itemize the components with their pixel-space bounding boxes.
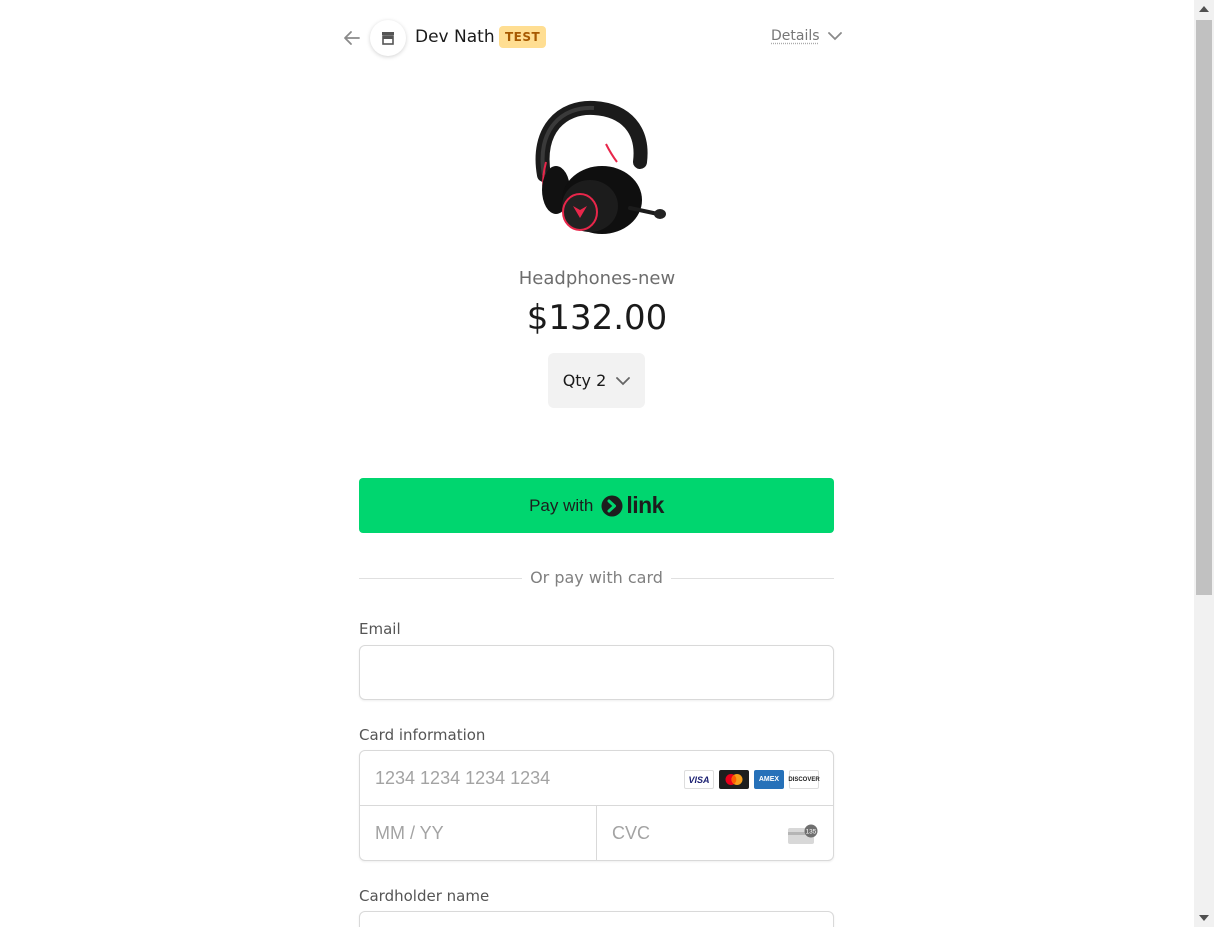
email-input[interactable] — [359, 645, 834, 700]
card-brands: VISA AMEX DISCOVER — [684, 770, 820, 789]
divider-line-right — [671, 578, 834, 579]
details-toggle[interactable]: Details — [771, 28, 842, 44]
product-price: $132.00 — [526, 298, 668, 338]
link-logo-icon — [601, 495, 623, 516]
checkout-page: Dev Nath TEST Details Headphones-new $13… — [0, 0, 1214, 927]
link-logo: link — [601, 492, 664, 519]
store-icon — [370, 20, 406, 56]
pay-with-link-button[interactable]: Pay with link — [359, 478, 834, 533]
quantity-selector[interactable]: Qty 2 — [548, 353, 645, 408]
quantity-label: Qty 2 — [562, 371, 607, 390]
link-wordmark: link — [626, 492, 664, 518]
pay-with-label: Pay with — [529, 495, 594, 515]
visa-icon: VISA — [684, 770, 714, 789]
card-information-label: Card information — [359, 726, 486, 744]
cardholder-name-label: Cardholder name — [359, 887, 490, 905]
card-expiry-input[interactable] — [360, 806, 597, 860]
product-image — [535, 100, 666, 234]
checkout-header: Dev Nath TEST Details — [340, 20, 850, 60]
product-name: Headphones-new — [518, 268, 676, 289]
chevron-down-icon — [827, 32, 842, 41]
details-label: Details — [771, 28, 820, 44]
card-information-box: VISA AMEX DISCOVER 135 — [359, 750, 834, 861]
email-label: Email — [359, 620, 401, 638]
vertical-scrollbar[interactable] — [1194, 0, 1214, 927]
svg-text:135: 135 — [806, 829, 817, 836]
cvc-card-icon: 135 — [788, 824, 818, 844]
amex-icon: AMEX — [754, 770, 784, 789]
scroll-up-arrow-icon[interactable] — [1199, 6, 1209, 12]
back-arrow-icon[interactable] — [342, 28, 362, 48]
mastercard-icon — [719, 770, 749, 789]
discover-icon: DISCOVER — [788, 770, 820, 789]
scroll-down-arrow-icon[interactable] — [1199, 915, 1209, 921]
or-divider: Or pay with card — [359, 568, 834, 590]
cardholder-name-input[interactable] — [359, 911, 834, 927]
test-mode-badge: TEST — [499, 26, 547, 48]
scrollbar-thumb[interactable] — [1196, 20, 1212, 595]
chevron-down-icon — [616, 376, 631, 385]
merchant-name: Dev Nath — [415, 27, 495, 47]
